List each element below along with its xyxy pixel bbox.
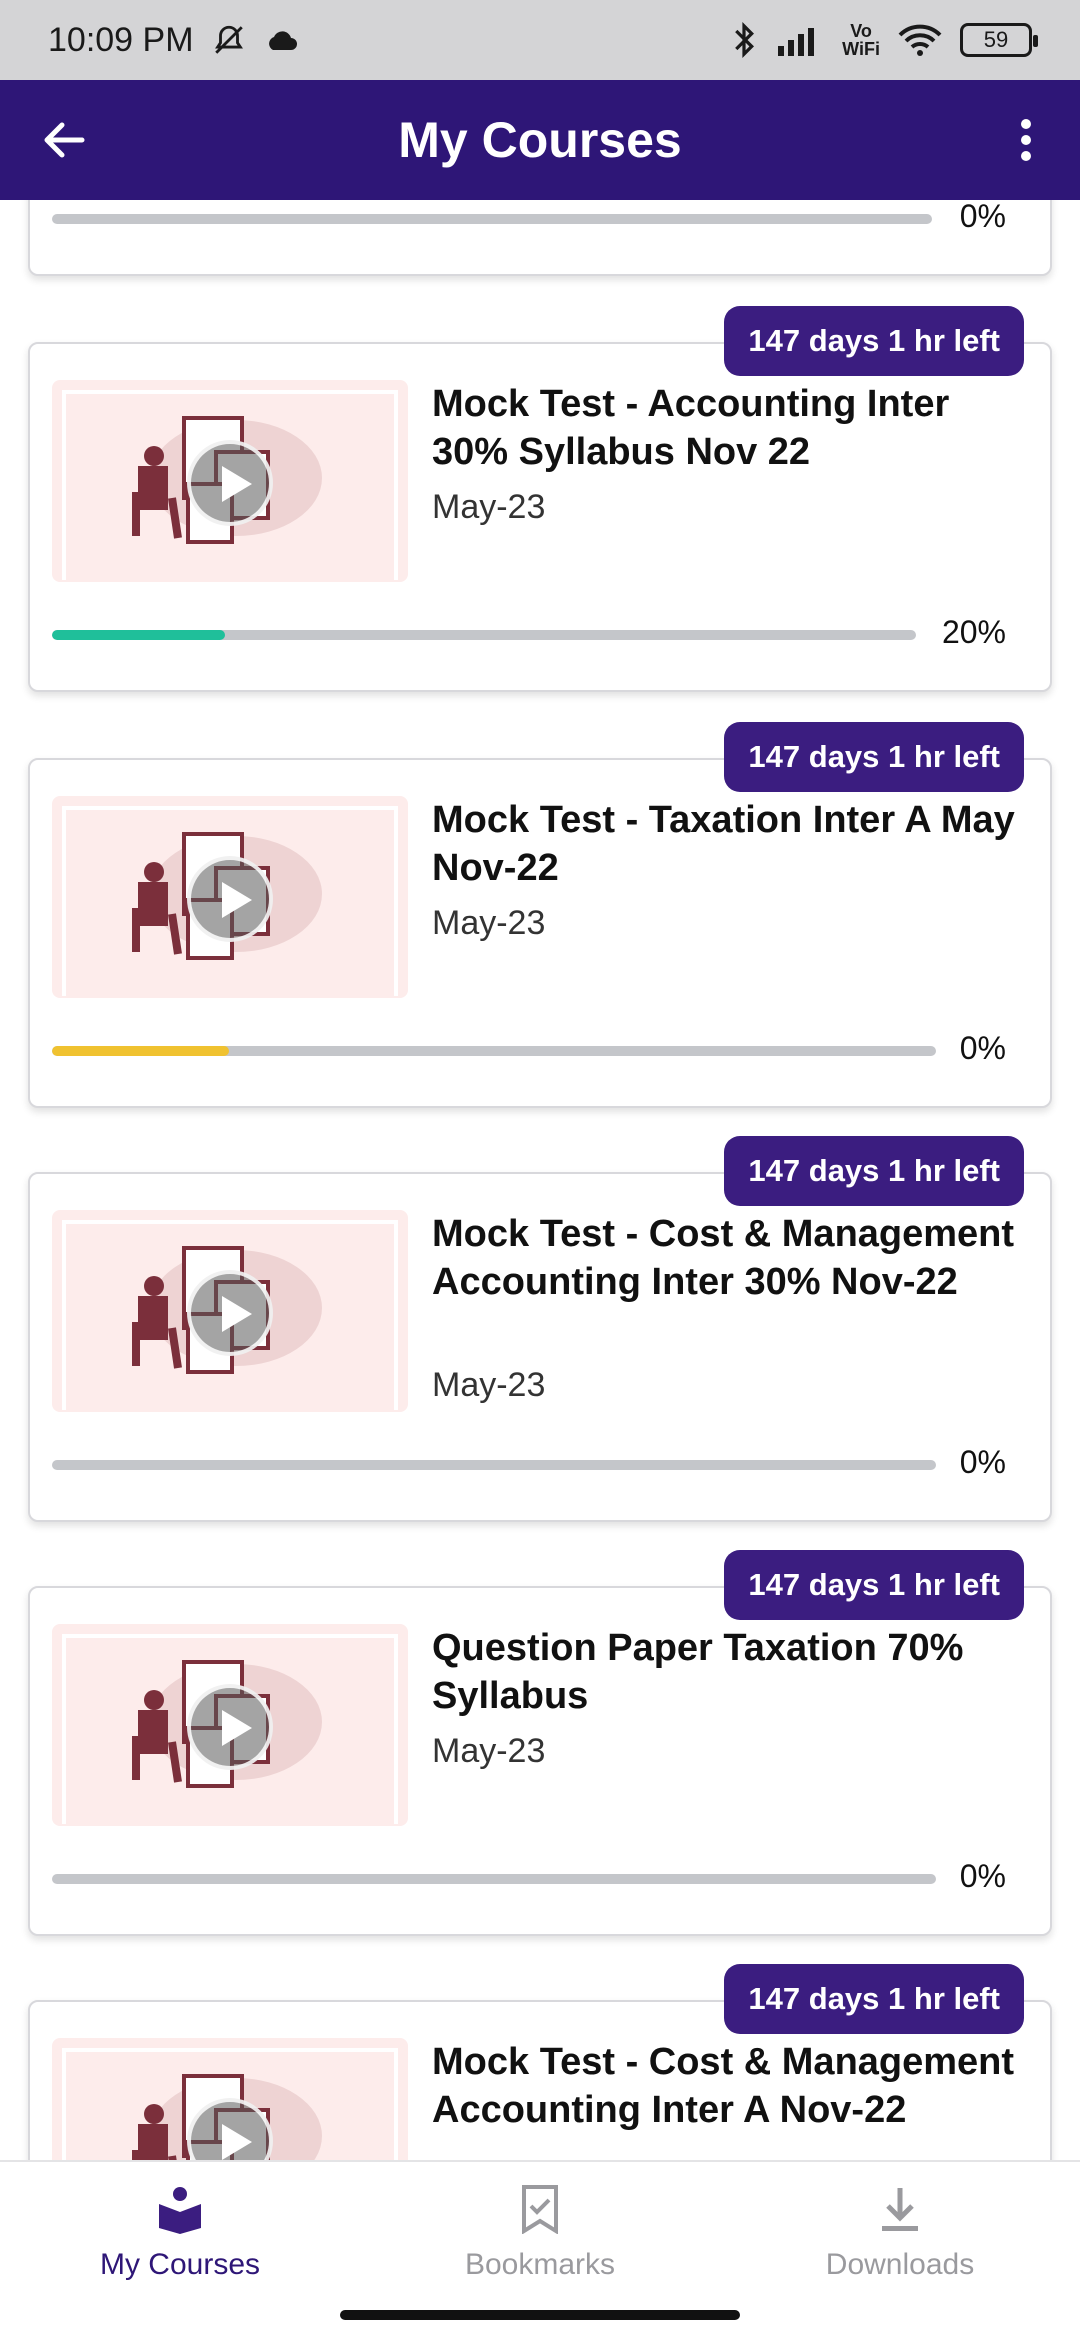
play-icon[interactable] [187,1684,273,1770]
back-button[interactable] [34,110,94,170]
progress-label: 20% [941,614,1006,650]
nav-label: Downloads [825,2248,975,2281]
course-date: May-23 [432,904,546,942]
course-title: Mock Test - Cost & Management Accounting… [432,2041,1015,2131]
time-left-badge: 147 days 1 hr left [724,1964,1024,2034]
course-title: Question Paper Taxation 70% Syllabus [432,1627,964,1717]
book-reader-icon [159,2187,201,2234]
progress-track [52,1874,936,1884]
nav-downloads[interactable]: Downloads [720,2162,1080,2340]
signal-icon [778,28,815,56]
play-icon[interactable] [187,1270,273,1356]
progress-label: 0% [959,1444,1006,1480]
wifi-icon [898,24,942,56]
overflow-menu-button[interactable] [996,110,1056,170]
vo-text: Vo [850,21,872,41]
status-right: Vo WiFi 59 [730,22,1038,58]
course-thumbnail[interactable] [52,1210,408,1412]
course-thumbnail[interactable] [52,2038,408,2160]
course-card-partial[interactable]: 0% [28,200,1052,276]
time-left-badge: 147 days 1 hr left [724,306,1024,376]
download-icon [882,2188,918,2231]
home-indicator[interactable] [340,2310,740,2320]
progress-fill [52,630,225,640]
time-left-badge: 147 days 1 hr left [724,1136,1024,1206]
nav-label: Bookmarks [464,2248,616,2281]
progress-track [52,214,932,224]
course-title: Mock Test - Cost & Management Accounting… [432,1213,1015,1303]
progress-label: 0% [959,1858,1006,1894]
course-date: May-23 [432,1366,546,1404]
bell-muted-icon [214,25,243,54]
course-thumbnail[interactable] [52,1624,408,1826]
progress-track [52,1046,936,1056]
play-icon[interactable] [187,440,273,526]
nav-my-courses[interactable]: My Courses [0,2162,360,2340]
course-card[interactable]: 147 days 1 hr left Question Paper Taxati… [28,1550,1052,1936]
battery-level: 59 [983,27,1009,52]
course-title: Mock Test - Accounting Inter 30% Syllabu… [432,383,950,473]
course-date: May-23 [432,488,546,526]
time-left-badge: 147 days 1 hr left [724,1550,1024,1620]
course-thumbnail[interactable] [52,796,408,998]
battery-icon: 59 [960,23,1038,57]
arrow-left-icon [44,122,85,158]
progress-label: 0% [959,200,1006,234]
course-list[interactable]: 0% 147 days 1 hr left Mock Test - Accoun… [0,200,1080,2160]
course-thumbnail[interactable] [52,380,408,582]
course-card[interactable]: 147 days 1 hr left Mock Test - Accountin… [28,306,1052,692]
course-title: Mock Test - Taxation Inter A May Nov-22 [432,799,1015,889]
status-time: 10:09 PM [48,20,194,59]
course-date: May-23 [432,1732,546,1770]
bookmark-check-icon [522,2185,558,2234]
status-bar: 10:09 PM Vo WiFi 59 [0,0,1080,80]
course-card[interactable]: 147 days 1 hr left Mock Test - Cost & Ma… [28,1136,1052,1522]
bluetooth-icon [735,22,755,58]
wifi-text: WiFi [842,39,880,59]
course-card[interactable]: 147 days 1 hr left Mock Test - Cost & Ma… [28,1964,1052,2160]
time-left-badge: 147 days 1 hr left [724,722,1024,792]
progress-fill [52,1046,229,1056]
play-icon[interactable] [187,856,273,942]
app-bar: My Courses [0,80,1080,200]
cloud-icon [268,31,297,50]
page-title: My Courses [398,112,682,168]
course-card[interactable]: 147 days 1 hr left Mock Test - Taxation … [28,722,1052,1108]
progress-label: 0% [959,1030,1006,1066]
progress-track [52,630,916,640]
vowifi-label: Vo WiFi [842,22,880,58]
status-left: 10:09 PM [48,21,298,60]
nav-label: My Courses [99,2248,261,2281]
progress-track [52,1460,936,1470]
more-vertical-icon [1021,119,1031,161]
